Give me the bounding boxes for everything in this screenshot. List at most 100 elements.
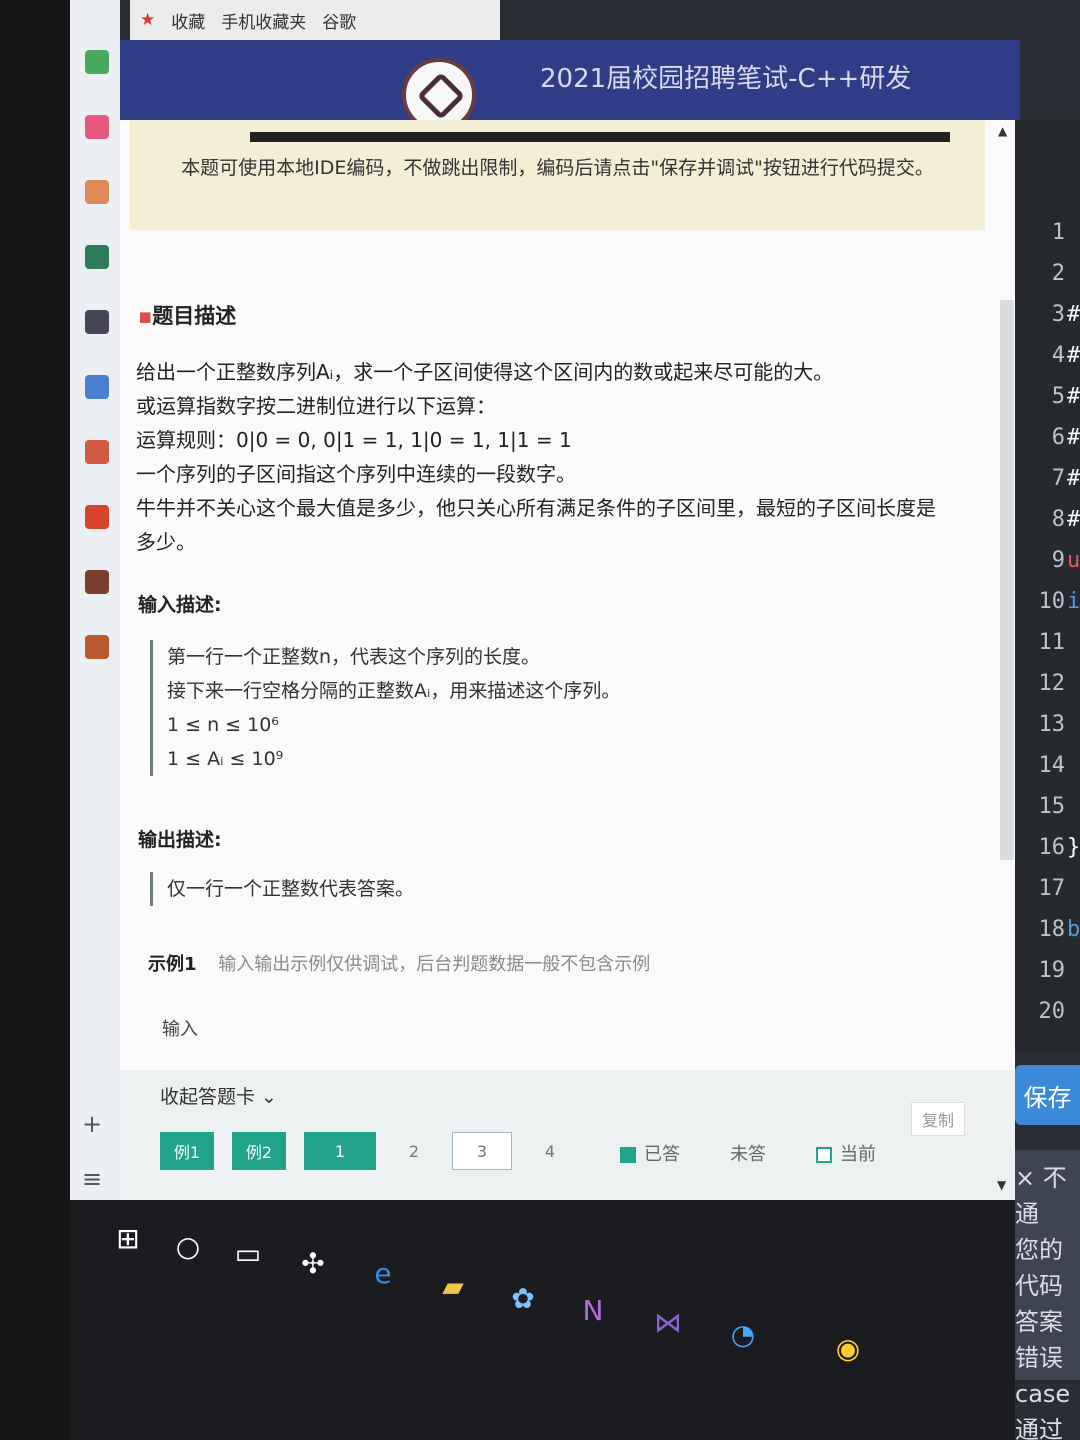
app-icon[interactable] — [85, 115, 109, 139]
code-fragment: # — [1067, 507, 1080, 532]
task-view-icon[interactable]: ▭ — [230, 1235, 266, 1271]
result-panel: × 不通 您的代码 答案错误 case通过 — [1015, 1150, 1080, 1440]
chip-example-1[interactable]: 例1 — [160, 1132, 214, 1170]
code-fragment: # — [1067, 384, 1080, 409]
line-number: 8 — [1051, 507, 1065, 532]
desc-line: 给出一个正整数序列Aᵢ，求一个子区间使得这个区间内的数或起来尽可能的大。 — [136, 360, 834, 384]
line-number: 5 — [1051, 384, 1065, 409]
output-title: 输出描述: — [138, 829, 222, 851]
input-line: 第一行一个正整数n，代表这个序列的长度。 — [167, 646, 541, 668]
example-note: 输入输出示例仅供调试，后台判题数据一般不包含示例 — [218, 954, 651, 975]
desc-line: 牛牛并不关心这个最大值是多少，他只关心所有满足条件的子区间里，最短的子区间长度是… — [136, 496, 936, 554]
line-number: 15 — [1038, 794, 1066, 819]
problem-description: 给出一个正整数序列Aᵢ，求一个子区间使得这个区间内的数或起来尽可能的大。 或运算… — [136, 355, 936, 559]
line-number: 9 — [1051, 548, 1065, 573]
desc-line: 一个序列的子区间指这个序列中连续的一段数字。 — [136, 462, 576, 486]
line-number: 4 — [1051, 343, 1065, 368]
left-toolbar: + ≡ — [70, 0, 120, 1200]
notice-banner: 本题可使用本地IDE编码，不做跳出限制，编码后请点击"保存并调试"按钮进行代码提… — [130, 120, 985, 230]
line-number: 20 — [1038, 999, 1066, 1024]
code-fragment: # — [1067, 343, 1080, 368]
scroll-down-arrow-icon[interactable]: ▼ — [997, 1178, 1006, 1192]
windows-start-icon[interactable]: ⊞ — [110, 1220, 146, 1256]
file-explorer-icon[interactable]: ▰ — [435, 1268, 471, 1304]
scroll-up-arrow-icon[interactable]: ▲ — [998, 124, 1007, 138]
app-icon[interactable]: ✿ — [505, 1280, 541, 1316]
code-fragment: u — [1067, 548, 1080, 573]
example-label: 示例1 — [148, 954, 197, 975]
screen: ★ 收藏 手机收藏夹 谷歌 2021届校园招聘笔试-C++研发 + ≡ 本题可使… — [70, 0, 1080, 1440]
save-and-debug-button[interactable]: 保存 — [1015, 1065, 1080, 1125]
line-number: 18 — [1038, 917, 1066, 942]
line-number: 2 — [1051, 261, 1065, 286]
bookmark-item[interactable]: 收藏 — [171, 8, 205, 33]
app-icon[interactable] — [85, 310, 109, 334]
app-icon[interactable] — [85, 180, 109, 204]
app-icon[interactable] — [85, 245, 109, 269]
menu-icon[interactable]: ≡ — [82, 1165, 102, 1193]
line-number: 16 — [1038, 835, 1066, 860]
output-description: 仅一行一个正整数代表答案。 — [150, 872, 927, 906]
line-number: 17 — [1038, 876, 1066, 901]
code-editor[interactable]: 1 2 3 # 4 # 5 # 6 # 7 # 8 # 9 u 10 i 11 … — [1015, 120, 1080, 1050]
page-title: 2021届校园招聘笔试-C++研发 — [540, 64, 912, 94]
notice-text: 本题可使用本地IDE编码，不做跳出限制，编码后请点击"保存并调试"按钮进行代码提… — [181, 157, 934, 179]
scrollbar[interactable] — [1000, 300, 1014, 860]
search-icon[interactable]: ○ — [170, 1228, 206, 1264]
input-description: 第一行一个正整数n，代表这个序列的长度。 接下来一行空格分隔的正整数Aᵢ，用来描… — [150, 640, 927, 776]
chrome-icon[interactable]: ◉ — [830, 1330, 866, 1366]
bookmarks-bar: ★ 收藏 手机收藏夹 谷歌 — [130, 0, 500, 40]
app-icon[interactable] — [85, 375, 109, 399]
result-line: 答案错误 — [1015, 1308, 1063, 1372]
desc-line: 或运算指数字按二进制位进行以下运算： — [136, 394, 496, 418]
code-fragment: # — [1067, 302, 1080, 327]
code-fragment: } — [1067, 835, 1080, 860]
collapse-answer-card[interactable]: 收起答题卡 ⌄ — [160, 1082, 277, 1109]
desc-line: 运算规则：0|0 = 0, 0|1 = 1, 1|0 = 1, 1|1 = 1 — [136, 428, 572, 452]
line-number: 3 — [1051, 302, 1065, 327]
question-chips: 例1 例2 1 2 3 4 — [160, 1132, 570, 1170]
chip-example-2[interactable]: 例2 — [232, 1132, 286, 1170]
result-line: × 不通 — [1015, 1164, 1067, 1228]
legend-answered: 已答 — [620, 1140, 680, 1166]
app-icon[interactable] — [85, 505, 109, 529]
bookmark-item[interactable]: 谷歌 — [322, 8, 356, 33]
input-line: 1 ≤ Aᵢ ≤ 10⁹ — [167, 748, 284, 770]
app-icon[interactable] — [85, 50, 109, 74]
line-number: 6 — [1051, 425, 1065, 450]
input-line: 1 ≤ n ≤ 10⁶ — [167, 714, 279, 736]
code-fragment: i — [1067, 589, 1080, 614]
app-icon[interactable] — [85, 570, 109, 594]
bookmark-item[interactable]: 手机收藏夹 — [221, 8, 306, 33]
example-header: 示例1 输入输出示例仅供调试，后台判题数据一般不包含示例 — [148, 950, 650, 976]
problem-panel: 本题可使用本地IDE编码，不做跳出限制，编码后请点击"保存并调试"按钮进行代码提… — [120, 120, 1015, 1200]
windows-taskbar: ⊞ ○ ▭ ✣ e ▰ ✿ N ⋈ ◔ ◉ — [70, 1200, 1015, 1440]
problem-title: ▪题目描述 — [138, 304, 237, 328]
code-fragment: # — [1067, 425, 1080, 450]
chip-question-1[interactable]: 1 — [304, 1132, 376, 1170]
line-number: 1 — [1051, 220, 1065, 245]
code-fragment: boo — [1067, 917, 1080, 942]
legend-current: 当前 — [816, 1140, 876, 1166]
add-icon[interactable]: + — [82, 1110, 102, 1138]
app-icon[interactable] — [85, 440, 109, 464]
result-line: case通过 — [1015, 1380, 1071, 1440]
line-number: 12 — [1038, 671, 1066, 696]
chip-question-2[interactable]: 2 — [394, 1132, 434, 1170]
copy-button[interactable]: 复制 — [910, 1102, 965, 1136]
chip-question-3[interactable]: 3 — [452, 1132, 512, 1170]
code-fragment: # — [1067, 466, 1080, 491]
line-number: 7 — [1051, 466, 1065, 491]
notice-bar — [250, 132, 950, 142]
app-icon[interactable]: ✣ — [295, 1245, 331, 1281]
line-number: 11 — [1038, 630, 1066, 655]
visual-studio-icon[interactable]: ⋈ — [650, 1304, 686, 1340]
input-line: 接下来一行空格分隔的正整数Aᵢ，用来描述这个序列。 — [167, 680, 621, 702]
chip-question-4[interactable]: 4 — [530, 1132, 570, 1170]
onenote-icon[interactable]: N — [575, 1292, 611, 1328]
edge-browser-icon[interactable]: e — [365, 1255, 401, 1291]
line-number: 14 — [1038, 753, 1066, 778]
app-icon[interactable]: ◔ — [725, 1316, 761, 1352]
app-icon[interactable] — [85, 635, 109, 659]
line-number: 19 — [1038, 958, 1066, 983]
